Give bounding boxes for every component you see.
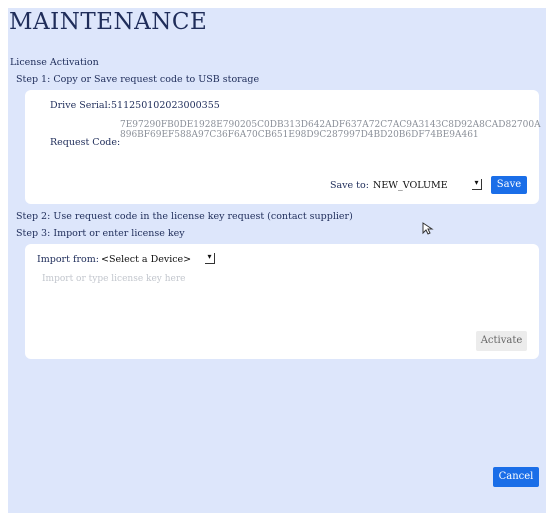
request-code-line2: 896BF69EF588A97C36F6A70CB651E98D9C287997… — [120, 130, 479, 140]
step3-label: Step 3: Import or enter license key — [16, 228, 185, 239]
request-code-line1: 7E97290FB0DE1928E790205C0DB313D642ADF637… — [120, 120, 541, 130]
drive-serial-label: Drive Serial: — [50, 100, 111, 111]
mouse-pointer-icon — [422, 222, 434, 235]
license-key-input[interactable]: Import or type license key here — [42, 274, 522, 334]
step2-label: Step 2: Use request code in the license … — [16, 211, 353, 222]
license-activation-label: License Activation — [10, 57, 99, 68]
step1-label: Step 1: Copy or Save request code to USB… — [16, 74, 260, 85]
import-from-label: Import from: — [37, 254, 99, 265]
dropdown-arrow-icon[interactable]: ▾ — [472, 179, 482, 190]
cancel-button[interactable]: Cancel — [493, 467, 539, 487]
drive-serial-value: 511250102023000355 — [111, 100, 220, 111]
request-code-card: Drive Serial: 511250102023000355 7E97290… — [25, 90, 541, 204]
save-button[interactable]: Save — [491, 176, 527, 194]
maintenance-panel: MAINTENANCE License Activation Step 1: C… — [8, 8, 546, 513]
license-key-card: Import from: <Select a Device> ▾ Import … — [25, 244, 539, 359]
import-from-select[interactable]: <Select a Device> — [101, 254, 191, 265]
save-to-label: Save to: — [330, 180, 369, 191]
dropdown-arrow-icon[interactable]: ▾ — [205, 253, 215, 264]
request-code-label: Request Code: — [50, 137, 121, 148]
page-title: MAINTENANCE — [9, 9, 208, 35]
activate-button[interactable]: Activate — [476, 331, 527, 351]
save-to-select[interactable]: NEW_VOLUME — [373, 180, 448, 191]
